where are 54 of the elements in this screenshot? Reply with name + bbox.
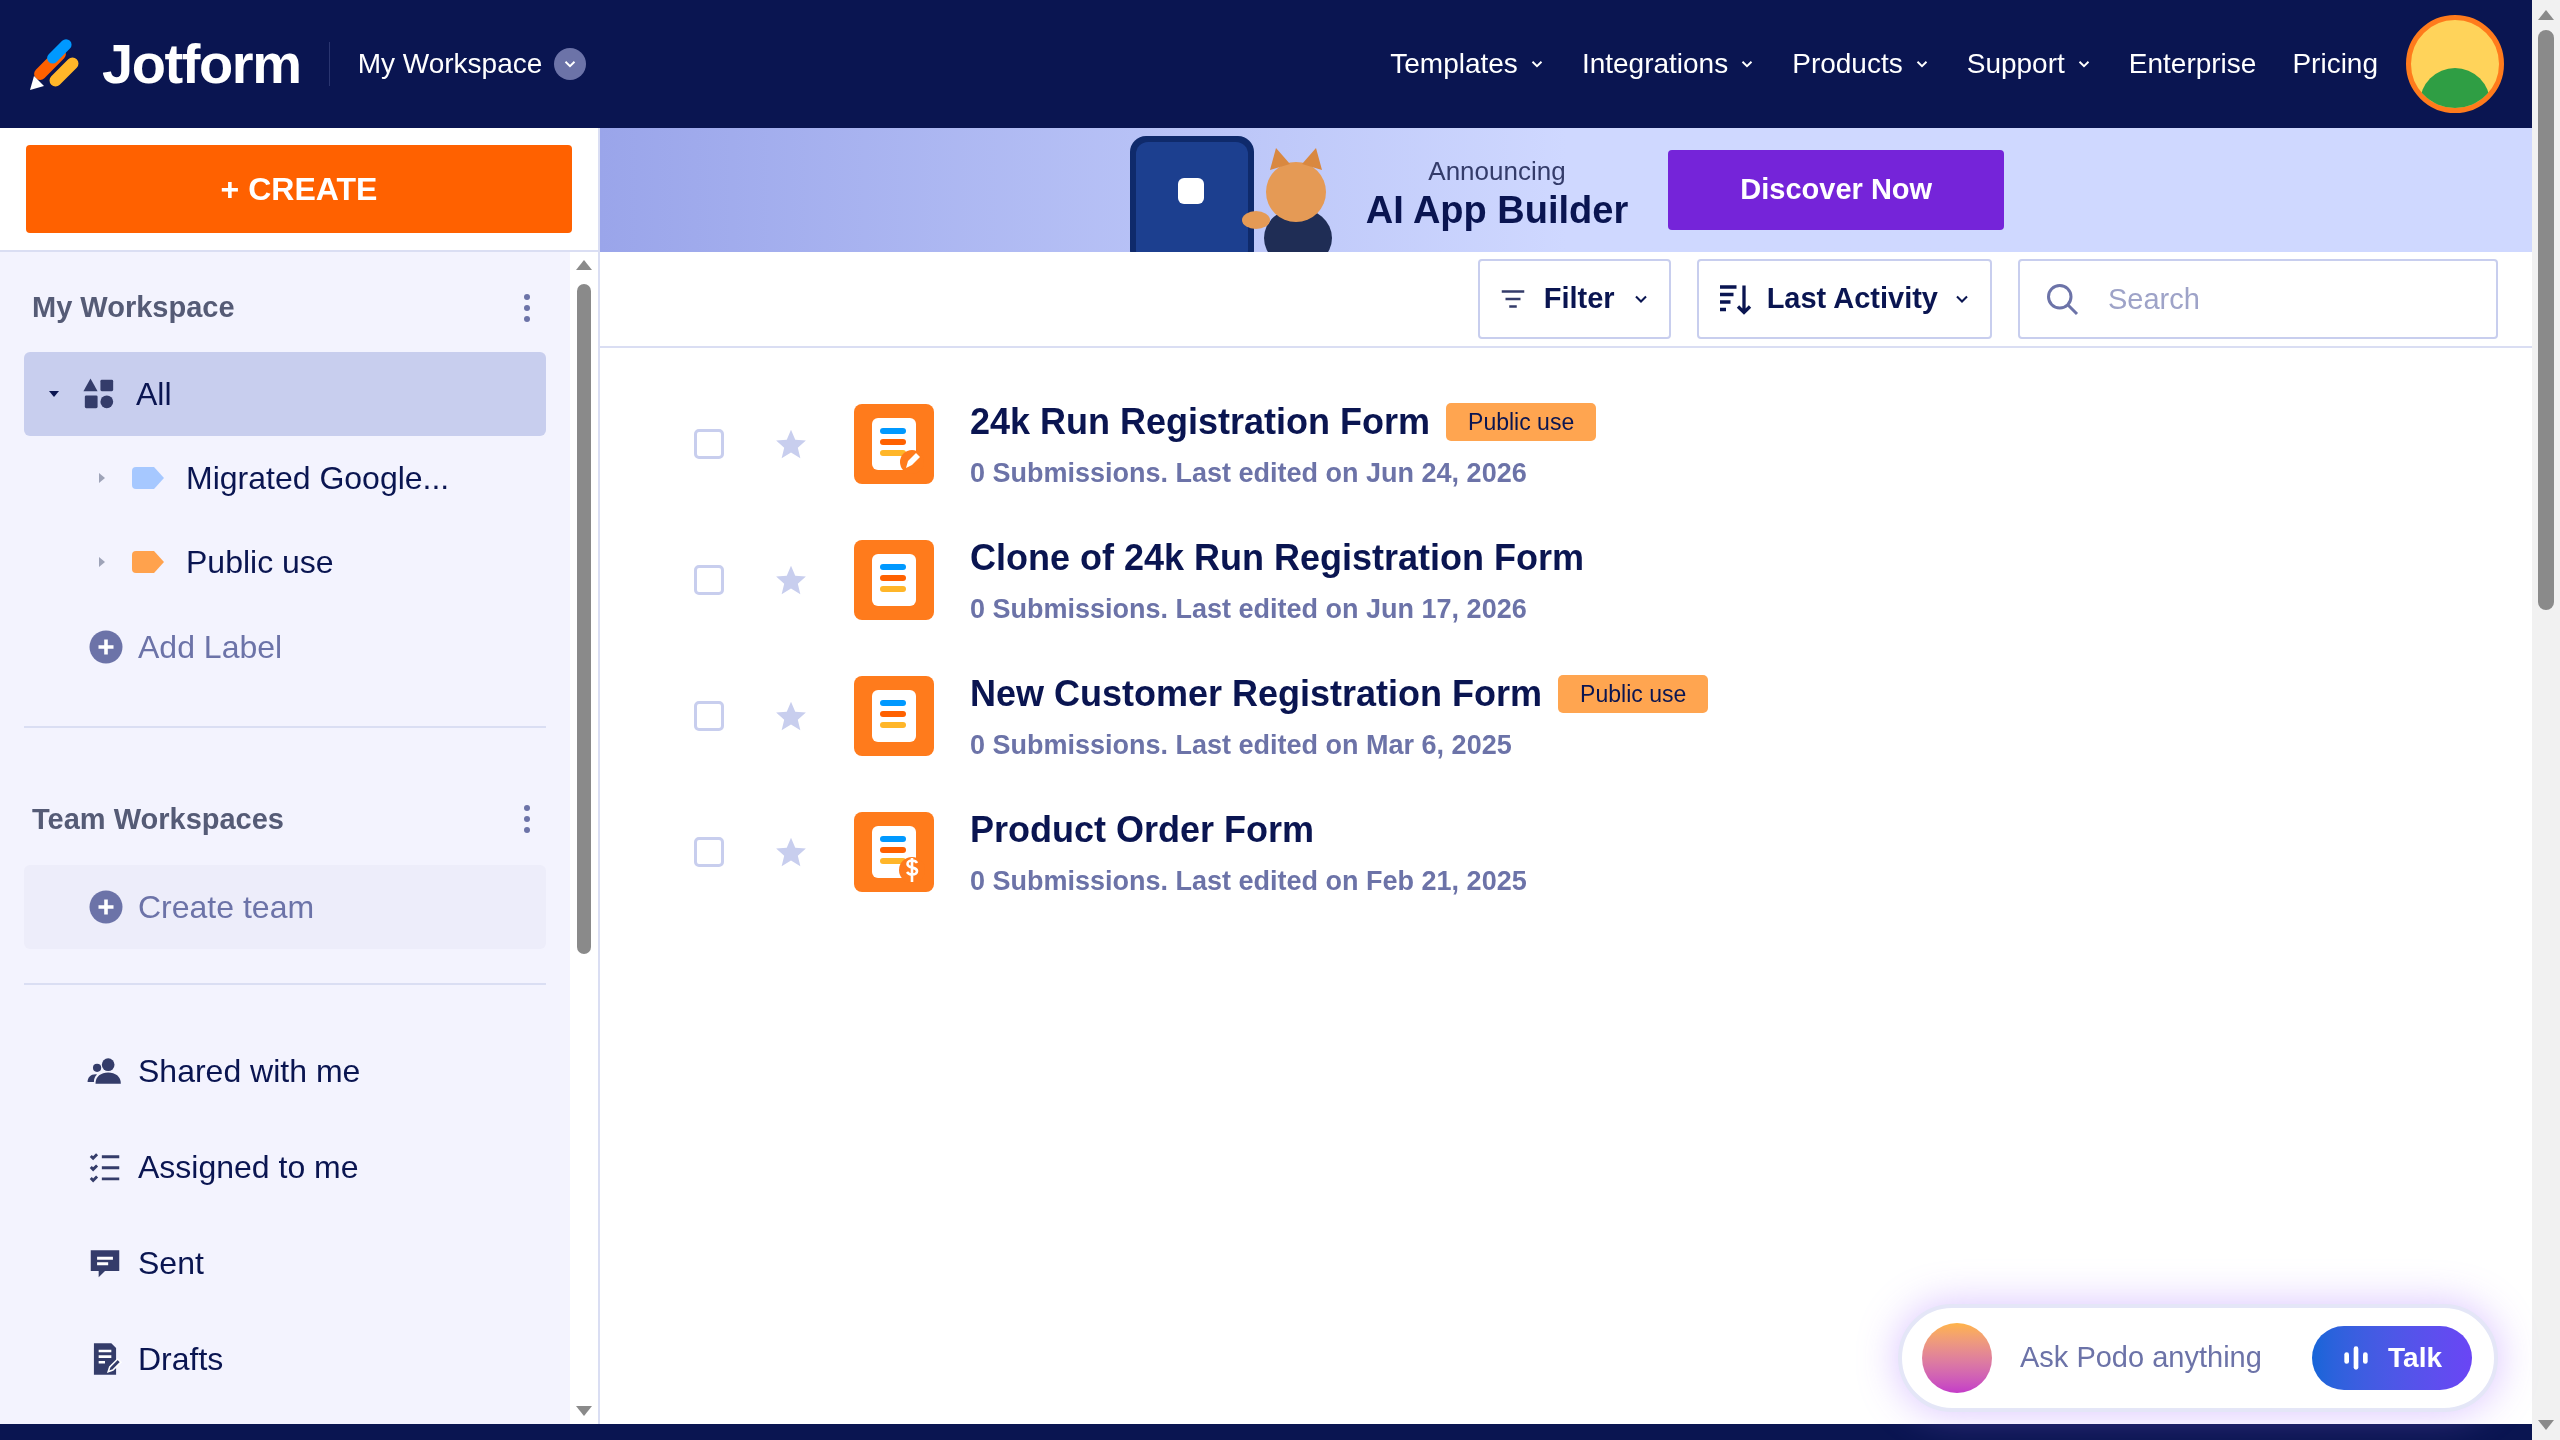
row-checkbox[interactable] (694, 429, 724, 459)
plus-circle-icon (88, 628, 124, 665)
form-tag: Public use (1558, 674, 1709, 713)
nav-menu-item[interactable]: Enterprise (2128, 43, 2257, 85)
nav-menu-item[interactable]: Support (1966, 43, 2093, 85)
form-title[interactable]: Clone of 24k Run Registration Form (970, 530, 1585, 585)
form-icon (854, 676, 934, 756)
nav-menu-item[interactable]: Templates (1390, 43, 1546, 85)
form-subtitle: 0 Submissions. Last edited on Mar 6, 2025 (970, 728, 1513, 762)
assistant-prompt[interactable]: Ask Podo anything (2020, 1336, 2262, 1380)
sort-button[interactable]: Last Activity (1696, 259, 1992, 339)
filter-button[interactable]: Filter (1477, 259, 1671, 339)
workspace-switcher[interactable]: My Workspace (357, 43, 587, 85)
voice-bars-icon (2342, 1344, 2371, 1372)
more-options-icon[interactable] (522, 803, 532, 836)
form-with-dollar-icon (854, 812, 934, 892)
page-scrollbar[interactable] (2532, 0, 2560, 1440)
form-subtitle: 0 Submissions. Last edited on Jun 24, 2026 (970, 456, 1528, 490)
create-team-button[interactable]: Create team (24, 865, 546, 949)
sidebar-link[interactable]: Drafts (24, 1311, 546, 1407)
form-subtitle: 0 Submissions. Last edited on Feb 21, 2025 (970, 864, 1527, 898)
form-subtitle: 0 Submissions. Last edited on Jun 17, 2026 (970, 592, 1528, 626)
plus-circle-icon (88, 889, 124, 925)
label-item[interactable]: Migrated Google... (24, 435, 546, 520)
logo-text: Jotform (102, 31, 301, 97)
nav-menu-item[interactable]: Integrations (1581, 43, 1757, 85)
talk-button[interactable]: Talk (2312, 1326, 2472, 1390)
section-heading: Team Workspaces (32, 801, 284, 837)
banner-title: AI App Builder (1365, 190, 1629, 229)
folder-item[interactable]: All (24, 351, 546, 436)
section-heading: My Workspace (32, 290, 235, 325)
form-with-pen-icon (854, 404, 934, 484)
form-title[interactable]: New Customer Registration Form (970, 666, 1543, 721)
discover-button[interactable]: Discover Now (1668, 150, 2005, 230)
row-checkbox[interactable] (694, 837, 724, 867)
row-checkbox[interactable] (694, 565, 724, 595)
form-icon (854, 540, 934, 620)
form-tag: Public use (1446, 402, 1597, 441)
shapes-icon (82, 376, 116, 411)
label-item[interactable]: Public use (24, 519, 546, 604)
search-icon (2044, 281, 2080, 317)
row-checkbox[interactable] (694, 701, 724, 731)
search-field[interactable]: Search (2018, 259, 2498, 339)
sidebar-scrollbar[interactable] (570, 252, 598, 1424)
banner-kicker: Announcing (1428, 154, 1566, 188)
nav-menu-item[interactable]: Products (1792, 43, 1931, 85)
form-title[interactable]: 24k Run Registration Form (970, 394, 1431, 449)
sidebar-link[interactable]: Shared with me (24, 1023, 546, 1119)
form-title[interactable]: Product Order Form (970, 802, 1315, 857)
more-options-icon[interactable] (522, 291, 532, 324)
add-label-button[interactable]: Add Label (88, 611, 283, 682)
sidebar-link[interactable]: Sent (24, 1215, 546, 1311)
sidebar-link[interactable]: Assigned to me (24, 1119, 546, 1215)
nav-menu-item[interactable]: Pricing (2292, 43, 2378, 85)
